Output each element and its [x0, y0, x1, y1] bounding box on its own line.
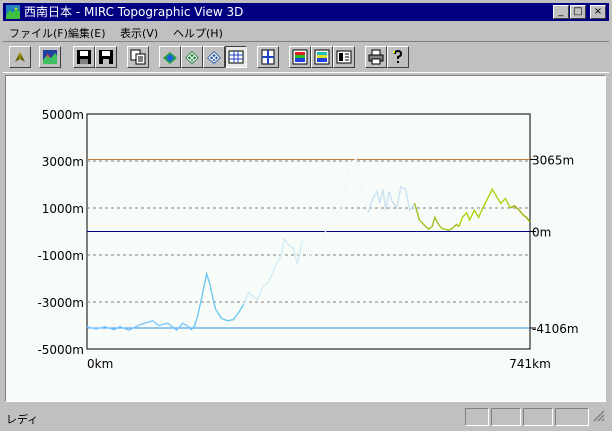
menu-file[interactable]: ファイル(F): [9, 25, 68, 41]
3d-wireframe-icon: [207, 51, 221, 64]
status-pane-3: [523, 408, 553, 426]
title-bar[interactable]: 西南日本 - MIRC Topographic View 3D _ □ ×: [3, 3, 609, 21]
menu-help[interactable]: ヘルプ(H): [173, 25, 223, 41]
toolbar-button-3d-mesh[interactable]: [181, 46, 203, 68]
window-title: 西南日本 - MIRC Topographic View 3D: [24, 5, 244, 19]
color-bar-icon: [292, 49, 308, 65]
toolbar-button-image[interactable]: [39, 46, 61, 68]
status-text: レディ: [6, 413, 39, 426]
menu-bar: ファイル(F) 編集(E) 表示(V) ヘルプ(H): [3, 22, 609, 40]
menu-view[interactable]: 表示(V): [120, 25, 158, 41]
toolbar-button-grid-view[interactable]: [225, 46, 247, 68]
reference-label: -4106m: [532, 322, 579, 336]
3d-mesh-icon: [185, 51, 199, 64]
toolbar: [3, 41, 609, 73]
print-icon: [368, 49, 384, 65]
y-tick-label: -3000m: [37, 296, 84, 310]
status-bar: レディ: [3, 406, 609, 428]
y-tick-label: -5000m: [37, 343, 84, 357]
menu-edit[interactable]: 編集(E): [68, 25, 106, 41]
toolbar-button-save[interactable]: [73, 46, 95, 68]
landscape-image-icon: [43, 50, 57, 64]
minimize-button[interactable]: _: [553, 5, 569, 19]
x-tick-label-end: 741km: [509, 357, 551, 371]
status-pane-4: [555, 408, 589, 426]
toolbar-button-color-bar-alt[interactable]: [311, 46, 333, 68]
toolbar-button-save-as[interactable]: [95, 46, 117, 68]
y-tick-label: 5000m: [42, 108, 84, 122]
color-bar-alt-icon: [314, 49, 330, 65]
save-floppy-icon: [77, 50, 91, 64]
copy-icon: [130, 49, 146, 65]
reference-label: 3065m: [532, 153, 574, 167]
y-tick-label: 1000m: [42, 202, 84, 216]
y-tick-label: 3000m: [42, 155, 84, 169]
toolbar-button-legend[interactable]: [333, 46, 355, 68]
toolbar-button-pointer[interactable]: [9, 46, 31, 68]
cross-section-icon: [261, 49, 275, 65]
maximize-button[interactable]: □: [570, 5, 586, 19]
toolbar-button-print[interactable]: [365, 46, 387, 68]
toolbar-button-3d-wireframe[interactable]: [203, 46, 225, 68]
toolbar-button-color-bar[interactable]: [289, 46, 311, 68]
app-map-icon: [6, 5, 20, 19]
elevation-profile-chart: 5000m 3000m 1000m -1000m -3000m -5000m 3065m 0…: [37, 108, 579, 371]
reference-label: 0m: [532, 226, 551, 240]
toolbar-button-help[interactable]: [387, 46, 409, 68]
grid-view-icon: [228, 50, 244, 64]
status-pane-1: [465, 408, 489, 426]
save-as-floppy-icon: [99, 50, 113, 64]
main-window: 西南日本 - MIRC Topographic View 3D _ □ × ファ…: [0, 0, 612, 431]
close-button[interactable]: ×: [590, 5, 606, 19]
pointer-icon: [15, 52, 25, 62]
x-tick-label-start: 0km: [87, 357, 113, 371]
profile-view: 5000m 3000m 1000m -1000m -3000m -5000m 3065m 0…: [5, 75, 606, 402]
status-pane-2: [491, 408, 521, 426]
size-grip[interactable]: [591, 408, 607, 426]
toolbar-button-copy[interactable]: [127, 46, 149, 68]
help-icon: [393, 49, 403, 63]
toolbar-button-cross-section[interactable]: [257, 46, 279, 68]
size-grip-icon: [593, 410, 605, 422]
y-tick-label: -1000m: [37, 249, 84, 263]
3d-view-icon: [163, 52, 177, 64]
legend-icon: [336, 50, 352, 64]
toolbar-button-3d-view[interactable]: [159, 46, 181, 68]
